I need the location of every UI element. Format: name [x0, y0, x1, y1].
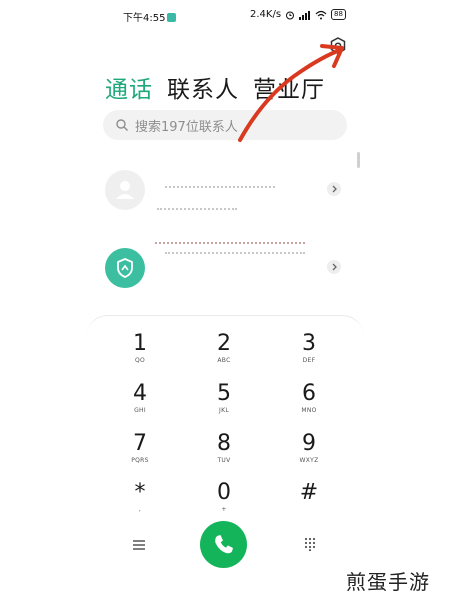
key-hash[interactable]: #	[269, 480, 349, 526]
notification-icon	[167, 13, 177, 22]
watermark: 煎蛋手游	[346, 570, 430, 594]
key-star[interactable]: *,	[100, 480, 180, 526]
status-time: 下午4:55	[123, 9, 177, 24]
shield-icon	[117, 258, 133, 278]
key-5[interactable]: 5 JKL	[184, 381, 264, 427]
chevron-right-icon[interactable]	[327, 260, 341, 274]
call-log-item[interactable]	[105, 242, 345, 288]
key-1[interactable]: 1 QO	[100, 331, 180, 377]
blurred-contact-detail	[157, 208, 237, 213]
key-3[interactable]: 3 DEF	[269, 331, 349, 377]
dialpad-icon[interactable]	[303, 537, 317, 551]
chevron-right-icon[interactable]	[327, 182, 341, 196]
key-0[interactable]: 0 +	[184, 480, 264, 526]
alarm-icon	[286, 11, 295, 19]
call-log-item[interactable]	[105, 170, 345, 210]
key-2[interactable]: 2 ABC	[184, 331, 264, 377]
wifi-icon	[315, 10, 327, 19]
search-placeholder: 搜索197位联系人	[135, 119, 238, 135]
menu-icon[interactable]	[132, 538, 146, 552]
tab-contacts[interactable]: 联系人	[167, 70, 239, 104]
key-9[interactable]: 9 WXYZ	[269, 431, 349, 477]
call-button[interactable]	[200, 521, 247, 568]
blurred-contact-name	[165, 186, 275, 191]
blurred-contact-detail	[165, 252, 305, 257]
person-icon	[116, 181, 134, 199]
blurred-contact-name	[155, 242, 305, 247]
key-8[interactable]: 8 TUV	[184, 431, 264, 477]
tab-service-hall[interactable]: 营业厅	[253, 70, 325, 104]
search-icon	[116, 119, 128, 131]
status-indicators: 2.4K/s 88	[250, 9, 346, 20]
call-icon	[215, 535, 233, 554]
tab-calls[interactable]: 通话	[105, 70, 153, 104]
network-speed: 2.4K/s	[250, 9, 282, 20]
avatar	[105, 248, 145, 288]
key-6[interactable]: 6 MNO	[269, 381, 349, 427]
tab-bar: 通话 联系人 营业厅	[105, 70, 325, 104]
battery-icon: 88	[331, 9, 346, 20]
signal-icon	[299, 10, 311, 20]
settings-icon[interactable]	[328, 36, 348, 56]
avatar	[105, 170, 145, 210]
key-4[interactable]: 4 GHI	[100, 381, 180, 427]
key-7[interactable]: 7 PQRS	[100, 431, 180, 477]
scrollbar[interactable]	[357, 152, 360, 168]
search-bar[interactable]: 搜索197位联系人	[103, 110, 347, 140]
status-bar: 下午4:55 2.4K/s 88	[0, 8, 449, 24]
